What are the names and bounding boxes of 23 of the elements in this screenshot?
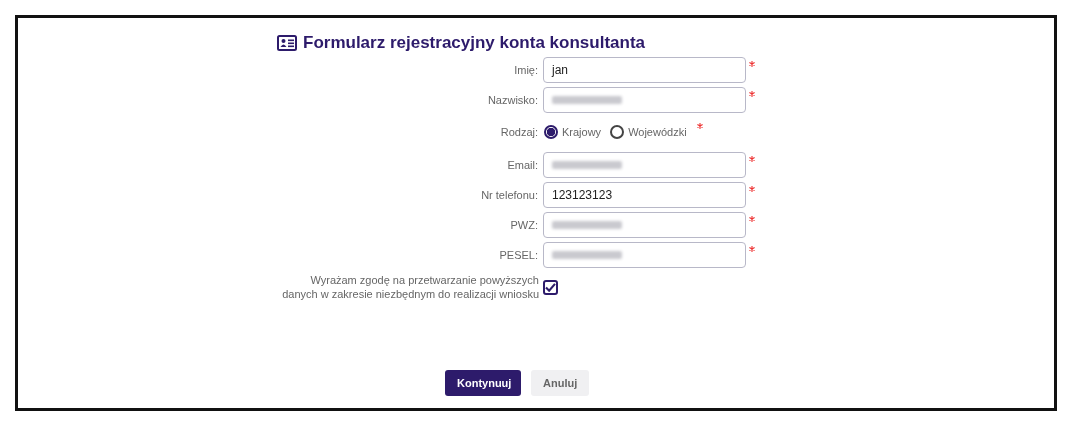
radio-label[interactable]: Krajowy <box>562 126 602 138</box>
input-field[interactable] <box>543 152 746 178</box>
radio-button[interactable] <box>610 125 625 139</box>
radio-button[interactable] <box>544 125 558 139</box>
radio-label[interactable]: Wojewódzki <box>628 126 687 138</box>
consent-text: Wyrażam zgodę na przetwarzanie powyższych danych w zakresie niezbędnym do realizacji wniosku <box>281 273 540 301</box>
field-label: Rodzaj: <box>499 126 539 138</box>
cancel-button[interactable]: Anuluj <box>531 370 589 396</box>
field-label: Nr telefonu: <box>480 189 539 201</box>
field-label: Imię: <box>513 64 539 76</box>
form-title: Formularz rejestracyjny konta konsultanta <box>303 33 645 53</box>
continue-button[interactable]: Kontynuuj <box>445 370 521 396</box>
input-field[interactable] <box>543 242 746 268</box>
input-field[interactable] <box>543 87 746 113</box>
field-label: Email: <box>506 159 539 171</box>
field-label: PWZ: <box>509 219 539 231</box>
field-label: PESEL: <box>498 249 539 261</box>
input-field[interactable] <box>543 212 746 238</box>
checkbox[interactable] <box>543 279 558 295</box>
id-card-icon <box>277 35 297 51</box>
input-field[interactable]: 123123123 <box>543 182 746 208</box>
field-label: Nazwisko: <box>486 94 539 106</box>
input-field[interactable]: jan <box>543 57 746 83</box>
